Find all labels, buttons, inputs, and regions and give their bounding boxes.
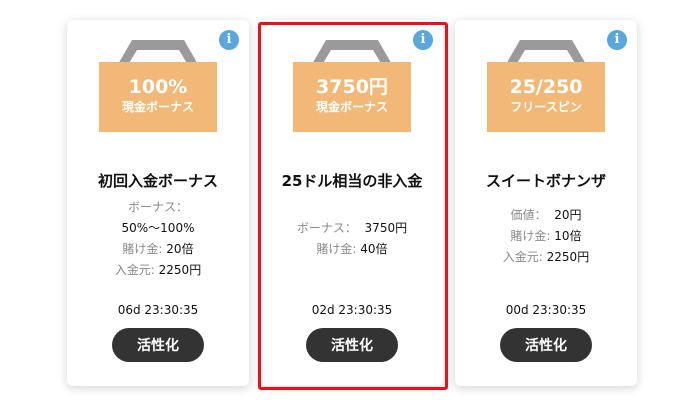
detail-value: 10倍: [554, 229, 582, 243]
detail-row: ボーナス：: [67, 197, 249, 218]
detail-row: 入金元: 2250円: [455, 247, 637, 268]
detail-value: 20円: [554, 208, 582, 222]
detail-label: ボーナス：: [127, 200, 188, 214]
detail-row: 賭け金: 40倍: [261, 239, 443, 260]
countdown-timer: 00d 23:30:35: [505, 303, 587, 317]
activate-button[interactable]: 活性化: [112, 328, 204, 362]
detail-value: 40倍: [360, 242, 388, 256]
detail-label: 価値：: [510, 208, 547, 222]
detail-label: 賭け金:: [316, 242, 357, 256]
badge-value: 100%: [128, 76, 188, 98]
bonus-card-first-deposit[interactable]: i 100% 現金ボーナス 初回入金ボーナス ボーナス： 50%～100% 賭け…: [67, 20, 249, 386]
countdown-timer: 02d 23:30:35: [311, 303, 393, 317]
bonus-details: ボーナス： 3750円 賭け金: 40倍: [261, 218, 443, 260]
bonus-badge: 25/250 フリースピン: [487, 62, 605, 132]
detail-row: 賭け金: 20倍: [67, 239, 249, 260]
info-icon[interactable]: i: [607, 30, 627, 50]
activate-button[interactable]: 活性化: [500, 328, 592, 362]
info-icon[interactable]: i: [219, 30, 239, 50]
detail-label: 入金元:: [502, 250, 543, 264]
bonus-badge: 100% 現金ボーナス: [99, 62, 217, 132]
badge-label: フリースピン: [510, 100, 582, 114]
bonus-card-no-deposit[interactable]: i 3750円 現金ボーナス 25ドル相当の非入金 ボーナス： 3750円 賭け…: [261, 20, 443, 386]
detail-row: 賭け金: 10倍: [455, 226, 637, 247]
countdown-timer: 06d 23:30:35: [117, 303, 199, 317]
badge-label: 現金ボーナス: [315, 100, 388, 114]
detail-value: 3750円: [364, 221, 408, 235]
bonus-card-free-spins[interactable]: i 25/250 フリースピン スイートボナンザ 価値： 20円 賭け金: 10…: [455, 20, 637, 386]
bonus-details: ボーナス： 50%～100% 賭け金: 20倍 入金元: 2250円: [67, 197, 249, 281]
detail-row: 50%～100%: [67, 218, 249, 239]
detail-label: 賭け金:: [122, 242, 163, 256]
badge-label: 現金ボーナス: [121, 100, 194, 114]
detail-value: 2250円: [158, 263, 202, 277]
detail-value: 50%～100%: [121, 221, 195, 235]
badge-value: 3750円: [316, 76, 388, 98]
bonus-details: 価値： 20円 賭け金: 10倍 入金元: 2250円: [455, 205, 637, 268]
bonus-badge: 3750円 現金ボーナス: [293, 62, 411, 132]
detail-label: ボーナス：: [296, 221, 357, 235]
activate-button[interactable]: 活性化: [306, 328, 398, 362]
info-icon[interactable]: i: [413, 30, 433, 50]
detail-value: 20倍: [166, 242, 194, 256]
detail-row: ボーナス： 3750円: [261, 218, 443, 239]
detail-label: 賭け金:: [510, 229, 551, 243]
card-title: スイートボナンザ: [485, 172, 606, 190]
badge-value: 25/250: [509, 76, 583, 98]
detail-row: 価値： 20円: [455, 205, 637, 226]
detail-value: 2250円: [546, 250, 590, 264]
card-title: 初回入金ボーナス: [97, 172, 218, 190]
card-title: 25ドル相当の非入金: [281, 172, 423, 190]
detail-row: 入金元: 2250円: [67, 260, 249, 281]
detail-label: 入金元:: [114, 263, 155, 277]
